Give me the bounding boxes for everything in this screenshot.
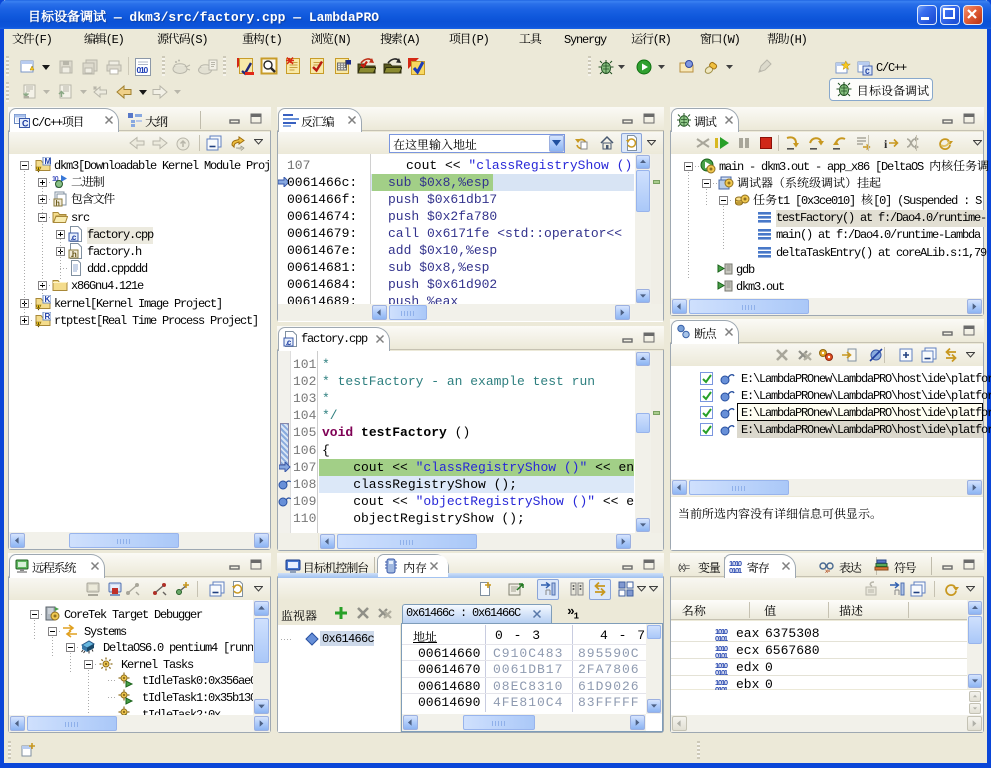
svg-text:0101: 0101 bbox=[715, 634, 728, 642]
svg-text:x=: x= bbox=[825, 569, 831, 574]
svg-text:(x)=: (x)= bbox=[678, 562, 690, 572]
svg-text:0101: 0101 bbox=[715, 651, 728, 659]
svg-text:i: i bbox=[884, 137, 888, 151]
svg-text:0101: 0101 bbox=[715, 668, 728, 676]
svg-text:0101: 0101 bbox=[729, 566, 742, 574]
svg-text:010: 010 bbox=[137, 65, 149, 75]
